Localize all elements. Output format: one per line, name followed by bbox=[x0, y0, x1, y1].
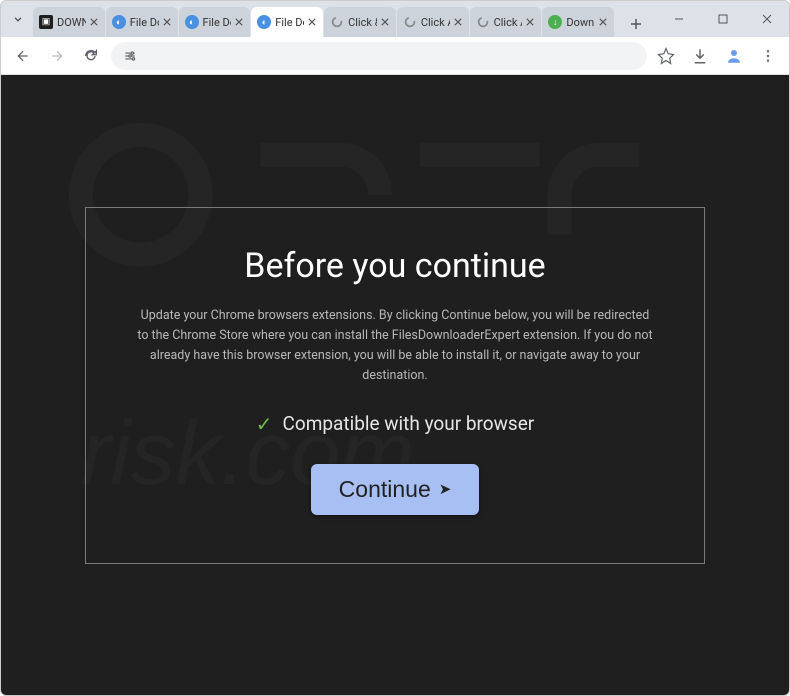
minimize-button[interactable] bbox=[657, 3, 701, 35]
tab-close-button[interactable] bbox=[524, 16, 536, 28]
compatibility-text: Compatible with your browser bbox=[283, 412, 535, 435]
tab-1[interactable]: ◐ File Do bbox=[106, 7, 178, 37]
menu-button[interactable] bbox=[755, 43, 781, 69]
continue-button[interactable]: Continue ➤ bbox=[311, 464, 480, 515]
continue-label: Continue bbox=[339, 476, 431, 503]
titlebar: ▣ DOWN ◐ File Do ◐ File Do bbox=[1, 1, 789, 37]
loading-icon bbox=[403, 15, 417, 29]
tab-0[interactable]: ▣ DOWN bbox=[33, 7, 105, 37]
tab-title: Click A bbox=[421, 16, 450, 29]
modal-title: Before you continue bbox=[134, 246, 656, 286]
close-icon bbox=[762, 14, 772, 24]
tab-7[interactable]: ↓ Downl bbox=[542, 7, 614, 37]
bookmark-button[interactable] bbox=[653, 43, 679, 69]
favicon-icon: ▣ bbox=[39, 15, 53, 29]
loading-icon bbox=[330, 15, 344, 29]
star-icon bbox=[657, 47, 675, 65]
reload-icon bbox=[83, 48, 99, 64]
tab-close-button[interactable] bbox=[161, 16, 173, 28]
arrow-left-icon bbox=[15, 48, 31, 64]
maximize-icon bbox=[718, 14, 728, 24]
url-field[interactable] bbox=[111, 42, 647, 70]
favicon-icon bbox=[403, 15, 417, 29]
checkmark-icon: ✓ bbox=[256, 412, 273, 436]
close-icon bbox=[526, 18, 534, 26]
tune-icon bbox=[123, 49, 137, 63]
favicon-icon: ◐ bbox=[185, 15, 199, 29]
tab-title: Click A bbox=[494, 16, 523, 29]
back-button[interactable] bbox=[9, 42, 37, 70]
tab-close-button[interactable] bbox=[379, 16, 391, 28]
search-tabs-button[interactable] bbox=[7, 8, 29, 30]
reload-button[interactable] bbox=[77, 42, 105, 70]
browser-window: ▣ DOWN ◐ File Do ◐ File Do bbox=[0, 0, 790, 696]
tab-title: File Do bbox=[275, 16, 304, 29]
arrow-right-icon bbox=[49, 48, 65, 64]
window-controls bbox=[657, 3, 789, 35]
favicon-icon: ↓ bbox=[548, 15, 562, 29]
tab-title: File Do bbox=[130, 16, 159, 29]
close-icon bbox=[308, 18, 316, 26]
person-icon bbox=[725, 47, 743, 65]
tab-title: DOWN bbox=[57, 16, 86, 29]
tab-5[interactable]: Click A bbox=[397, 7, 469, 37]
tab-close-button[interactable] bbox=[597, 16, 609, 28]
tab-6[interactable]: Click A bbox=[470, 7, 542, 37]
tab-close-button[interactable] bbox=[233, 16, 245, 28]
address-bar bbox=[1, 37, 789, 75]
minimize-icon bbox=[674, 14, 684, 24]
page-content: risk.com Before you continue Update your… bbox=[1, 75, 789, 695]
downloads-button[interactable] bbox=[687, 43, 713, 69]
favicon-icon bbox=[476, 15, 490, 29]
close-window-button[interactable] bbox=[745, 3, 789, 35]
kebab-icon bbox=[760, 48, 776, 64]
tab-close-button[interactable] bbox=[452, 16, 464, 28]
loading-icon bbox=[476, 15, 490, 29]
profile-button[interactable] bbox=[721, 43, 747, 69]
close-icon bbox=[599, 18, 607, 26]
chevron-down-icon bbox=[11, 12, 25, 26]
favicon-icon bbox=[330, 15, 344, 29]
maximize-button[interactable] bbox=[701, 3, 745, 35]
modal-body: Update your Chrome browsers extensions. … bbox=[134, 306, 656, 386]
tab-title: File Do bbox=[203, 16, 232, 29]
site-settings-button[interactable] bbox=[121, 47, 139, 65]
tab-4[interactable]: Click & bbox=[324, 7, 396, 37]
tab-title: Click & bbox=[348, 16, 377, 29]
compatibility-row: ✓ Compatible with your browser bbox=[134, 412, 656, 436]
plus-icon bbox=[630, 18, 642, 30]
continue-modal: Before you continue Update your Chrome b… bbox=[85, 207, 705, 564]
favicon-icon: ◐ bbox=[112, 15, 126, 29]
tab-close-button[interactable] bbox=[306, 16, 318, 28]
arrow-right-icon: ➤ bbox=[439, 480, 452, 498]
forward-button[interactable] bbox=[43, 42, 71, 70]
close-icon bbox=[454, 18, 462, 26]
tab-strip: ▣ DOWN ◐ File Do ◐ File Do bbox=[33, 1, 657, 37]
tab-title: Downl bbox=[566, 16, 595, 29]
close-icon bbox=[235, 18, 243, 26]
favicon-icon: ◐ bbox=[257, 15, 271, 29]
tab-2[interactable]: ◐ File Do bbox=[179, 7, 251, 37]
new-tab-button[interactable] bbox=[623, 11, 649, 37]
address-actions bbox=[653, 43, 781, 69]
tab-3-active[interactable]: ◐ File Do bbox=[251, 7, 323, 37]
close-icon bbox=[381, 18, 389, 26]
close-icon bbox=[163, 18, 171, 26]
download-icon bbox=[691, 47, 709, 65]
tab-close-button[interactable] bbox=[88, 16, 100, 28]
close-icon bbox=[90, 18, 98, 26]
